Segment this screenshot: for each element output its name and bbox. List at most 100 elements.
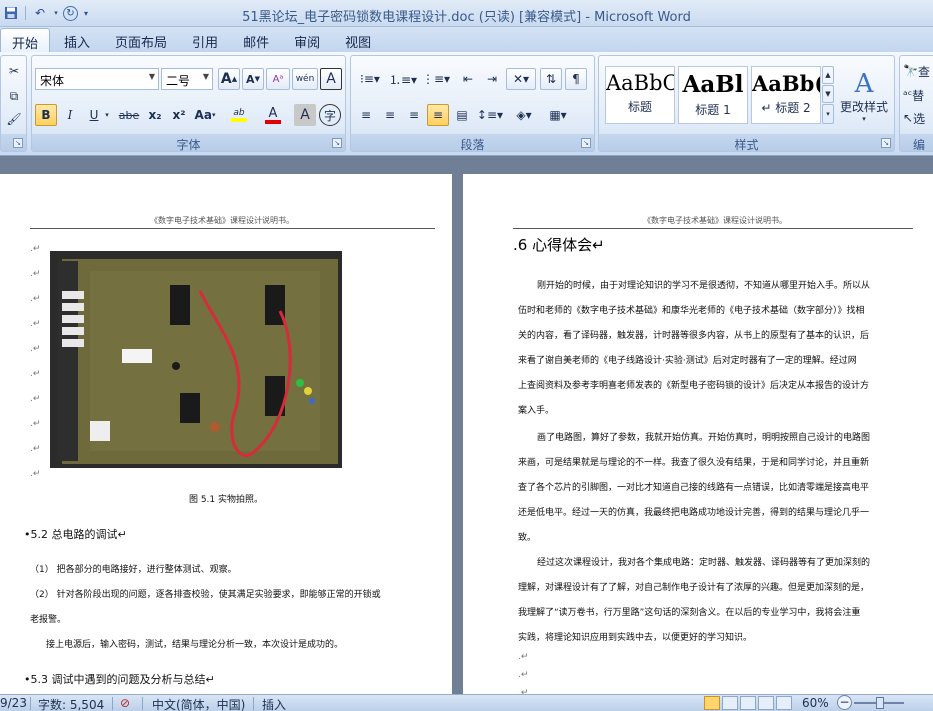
clipboard-group: ✂ ⧉ 🖌 ↘: [0, 55, 27, 152]
font-color-label: A: [268, 105, 278, 121]
increase-indent-button[interactable]: ⇥: [481, 68, 503, 90]
numbering-button[interactable]: ⒈≡▾: [388, 68, 418, 90]
chevron-down-icon: ▼: [202, 72, 209, 81]
ribbon-tabs: 开始 插入 页面布局 引用 邮件 审阅 视图: [0, 27, 933, 52]
strikethrough-button[interactable]: abe: [115, 104, 143, 126]
styles-launcher-icon[interactable]: ↘: [881, 138, 891, 148]
chinese-layout-button[interactable]: ✕▾: [506, 68, 536, 90]
style-heading-2-name: ↵ 标题 2: [761, 101, 811, 115]
bullets-button[interactable]: ⁝≡▾: [355, 68, 385, 90]
find-button[interactable]: 🔭 查: [902, 60, 933, 82]
word-count[interactable]: 字数: 5,504: [38, 696, 104, 711]
phonetic-guide-button[interactable]: wén: [292, 68, 318, 90]
zoom-out-icon[interactable]: −: [837, 695, 852, 710]
draft-view-icon[interactable]: [776, 696, 792, 710]
change-case-button[interactable]: Aa ▾: [192, 104, 218, 126]
justify-button[interactable]: ≡: [427, 104, 449, 126]
superscript-button[interactable]: x²: [168, 104, 190, 126]
replace-button[interactable]: ᵃᶜ 替: [902, 84, 933, 106]
bold-button[interactable]: B: [35, 104, 57, 126]
font-launcher-icon[interactable]: ↘: [332, 138, 342, 148]
italic-button[interactable]: I: [59, 104, 81, 126]
full-screen-reading-view-icon[interactable]: [722, 696, 738, 710]
font-size-value: 二号: [166, 74, 191, 88]
web-layout-view-icon[interactable]: [740, 696, 756, 710]
style-heading-1[interactable]: AaBl 标题 1: [678, 66, 748, 124]
proofing-error-icon[interactable]: ⊘: [120, 696, 130, 710]
left-header-rule: [30, 228, 435, 229]
tab-page-layout[interactable]: 页面布局: [104, 28, 178, 52]
paragraph-mark: .↵: [30, 294, 41, 304]
sort-button[interactable]: ⇅: [540, 68, 562, 90]
body-line: 来画，可是结果就是与理论的不一样。我查了很久没有结果，于是和同学讨论，并且重新: [518, 458, 870, 468]
right-page[interactable]: 《数字电子技术基础》课程设计说明书。 .6 心得体会↵ 刚开始的时候，由于对理论…: [463, 174, 933, 694]
outline-view-icon[interactable]: [758, 696, 774, 710]
clear-format-button[interactable]: Aᵃ: [266, 68, 290, 90]
styles-scroll-down-icon[interactable]: ▼: [822, 85, 834, 103]
styles-scroll-up-icon[interactable]: ▲: [822, 66, 834, 84]
paragraph-mark: .↵: [30, 344, 41, 354]
enclose-characters-button[interactable]: 字: [319, 104, 341, 126]
font-name-combo[interactable]: 宋体 ▼: [35, 68, 159, 90]
highlight-color-swatch: [231, 118, 247, 122]
multilevel-list-button[interactable]: ⋮≡▾: [421, 68, 451, 90]
borders-button[interactable]: ▦▾: [543, 104, 573, 126]
chevron-down-icon: ▾: [862, 114, 866, 123]
shrink-font-button[interactable]: A ▼: [242, 68, 264, 90]
cut-icon[interactable]: ✂: [3, 60, 25, 82]
language-indicator[interactable]: 中文(简体，中国): [152, 696, 245, 711]
align-right-button[interactable]: ≡: [403, 104, 425, 126]
tab-insert[interactable]: 插入: [53, 28, 101, 52]
align-left-button[interactable]: ≡: [355, 104, 377, 126]
highlight-button[interactable]: ab: [224, 104, 254, 126]
style-title-name: 标题: [627, 100, 652, 114]
format-painter-icon[interactable]: 🖌: [3, 108, 25, 130]
tab-mailings[interactable]: 邮件: [232, 28, 280, 52]
distributed-button[interactable]: ▤: [451, 104, 473, 126]
document-area[interactable]: 《数字电子技术基础》课程设计说明书。 .↵ .↵ .↵ .↵ .↵ .↵ .↵ …: [0, 157, 933, 694]
body-line: 案入手。: [518, 406, 555, 416]
style-title[interactable]: AaBbC 标题: [605, 66, 675, 124]
clipboard-launcher-icon[interactable]: ↘: [13, 138, 23, 148]
style-heading-2-sample: AaBb(: [752, 71, 820, 96]
font-color-button[interactable]: A: [258, 104, 288, 126]
underline-dropdown-icon[interactable]: ▾: [102, 104, 112, 126]
change-case-label: Aa: [194, 108, 212, 122]
insert-mode-indicator[interactable]: 插入: [262, 696, 286, 711]
print-layout-view-icon[interactable]: [704, 696, 720, 710]
section-heading-6: .6 心得体会↵: [513, 236, 605, 254]
section-heading-5-3: •5.3 调试中遇到的问题及分析与总结↵: [24, 673, 215, 686]
change-styles-label: 更改样式: [839, 99, 888, 114]
paragraph-launcher-icon[interactable]: ↘: [581, 138, 591, 148]
style-heading-2[interactable]: AaBb( ↵ 标题 2: [751, 66, 821, 124]
status-separator: [112, 697, 113, 710]
font-color-swatch: [265, 119, 281, 124]
tab-home[interactable]: 开始: [0, 28, 51, 52]
grow-font-button[interactable]: A ▲: [218, 68, 240, 90]
select-button[interactable]: ↖ 选: [902, 107, 933, 129]
left-page[interactable]: 《数字电子技术基础》课程设计说明书。 .↵ .↵ .↵ .↵ .↵ .↵ .↵ …: [0, 174, 452, 694]
style-heading-2-label: 标题 2: [775, 101, 811, 115]
zoom-level[interactable]: 60%: [802, 696, 829, 710]
change-styles-button[interactable]: A 更改样式 ▾: [837, 60, 891, 132]
show-marks-button[interactable]: ¶: [565, 68, 587, 90]
paragraph-mark: .↵: [518, 670, 529, 680]
tab-review[interactable]: 审阅: [283, 28, 331, 52]
styles-more-icon[interactable]: ▾: [822, 104, 834, 124]
zoom-slider-thumb[interactable]: [876, 697, 884, 709]
shading-button[interactable]: ◈▾: [509, 104, 539, 126]
subscript-button[interactable]: x₂: [144, 104, 166, 126]
copy-icon[interactable]: ⧉: [3, 85, 25, 107]
tab-references[interactable]: 引用: [181, 28, 229, 52]
line-spacing-button[interactable]: ↕≡▾: [475, 104, 505, 126]
body-line: 伍时和老师的《数字电子技术基础》和康华光老师的《电子技术基础（数字部分）》找相: [518, 306, 865, 316]
character-shading-button[interactable]: A: [294, 104, 316, 126]
chevron-down-icon: ▼: [148, 72, 155, 81]
align-center-button[interactable]: ≡: [379, 104, 401, 126]
font-size-combo[interactable]: 二号 ▼: [161, 68, 213, 90]
decrease-indent-button[interactable]: ⇤: [457, 68, 479, 90]
character-border-button[interactable]: A: [320, 68, 342, 90]
body-line: （2） 针对各阶段出现的问题，逐各排查校验，使其满足实验要求，即能够正常的开锁或: [30, 590, 381, 600]
page-indicator[interactable]: 9/23: [0, 696, 27, 710]
tab-view[interactable]: 视图: [334, 28, 382, 52]
